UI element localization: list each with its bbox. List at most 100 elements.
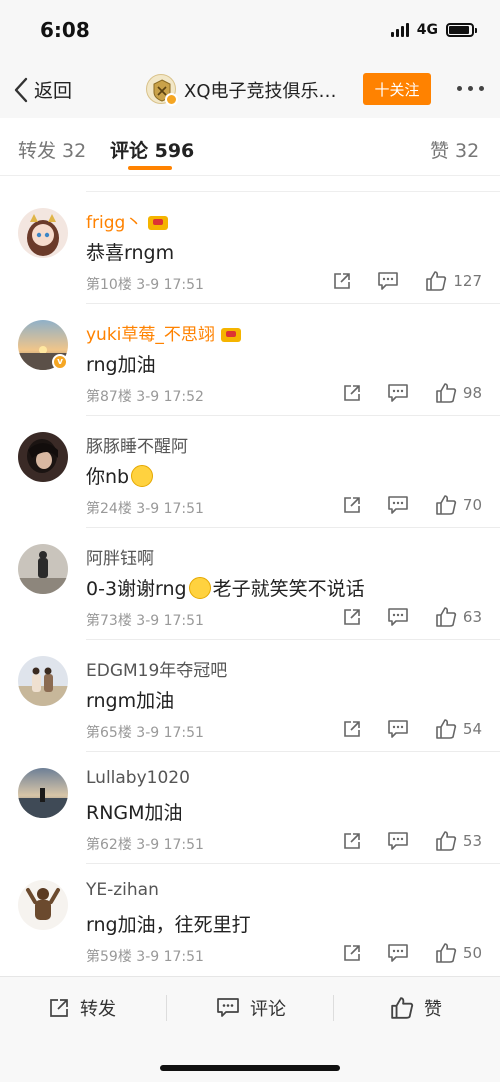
reply-icon[interactable] xyxy=(375,831,421,851)
comment-meta: 第24楼 3-9 17:51 xyxy=(86,501,204,517)
tab-likes[interactable]: 赞 32 xyxy=(430,136,479,163)
like-count: 53 xyxy=(462,832,482,850)
comment-actions: 127 xyxy=(319,270,482,292)
comment-button[interactable]: 评论 xyxy=(216,995,286,1021)
home-indicator[interactable] xyxy=(160,1065,340,1071)
avatar[interactable] xyxy=(18,432,68,482)
comment-item: v yuki草莓_不思翊 rng加油 第87楼 3-9 17:52 98 xyxy=(0,304,500,416)
comment-username[interactable]: Lullaby1020 xyxy=(86,768,190,788)
comment-item: 豚豚睡不醒阿 你nb 第24楼 3-9 17:51 70 xyxy=(0,416,500,528)
like-button[interactable]: 63 xyxy=(435,606,482,628)
comment-meta: 第59楼 3-9 17:51 xyxy=(86,949,204,965)
thumbs-up-icon xyxy=(426,271,447,291)
share-icon[interactable] xyxy=(329,495,375,515)
comment-icon xyxy=(217,998,239,1017)
comment-actions: 54 xyxy=(329,718,482,740)
comment-meta: 第65楼 3-9 17:51 xyxy=(86,725,204,741)
like-count: 127 xyxy=(453,272,482,290)
like-count: 50 xyxy=(462,944,482,962)
more-options-icon[interactable] xyxy=(457,86,484,91)
back-label: 返回 xyxy=(34,80,73,102)
share-icon[interactable] xyxy=(329,607,375,627)
comment-item: 阿胖钰啊 0-3谢谢rng 老子就笑笑不说话 第73楼 3-9 17:51 63 xyxy=(0,528,500,640)
thumbs-up-icon xyxy=(436,943,457,963)
thumbs-up-icon xyxy=(391,997,414,1019)
reply-icon[interactable] xyxy=(375,943,421,963)
repost-button[interactable]: 转发 xyxy=(48,995,116,1021)
reply-icon[interactable] xyxy=(375,495,421,515)
like-button[interactable]: 54 xyxy=(435,718,482,740)
previous-comment-edge xyxy=(86,176,500,192)
like-button[interactable]: 赞 xyxy=(390,995,442,1021)
comment-actions: 98 xyxy=(329,382,482,404)
avatar[interactable] xyxy=(18,208,68,258)
tab-comments[interactable]: 评论 596 xyxy=(110,136,194,163)
comment-text: rng加油 xyxy=(86,354,156,376)
like-button[interactable]: 53 xyxy=(435,830,482,852)
share-icon[interactable] xyxy=(329,943,375,963)
thumbs-up-icon xyxy=(436,831,457,851)
comment-username[interactable]: yuki草莓_不思翊 xyxy=(86,320,241,345)
verified-badge-icon: v xyxy=(52,354,68,370)
reply-icon[interactable] xyxy=(375,719,421,739)
comment-text: 你nb xyxy=(86,462,155,489)
avatar[interactable] xyxy=(18,768,68,818)
share-icon[interactable] xyxy=(329,719,375,739)
tab-reposts[interactable]: 转发 32 xyxy=(18,136,86,163)
reply-icon[interactable] xyxy=(375,607,421,627)
like-button[interactable]: 50 xyxy=(435,942,482,964)
reply-icon[interactable] xyxy=(375,383,421,403)
comment-username[interactable]: frigg丶 xyxy=(86,208,169,233)
comment-username[interactable]: 阿胖钰啊 xyxy=(86,544,154,569)
status-time: 6:08 xyxy=(40,18,90,42)
account-avatar[interactable] xyxy=(146,74,178,106)
comment-text: 恭喜rngm xyxy=(86,242,175,264)
like-button[interactable]: 127 xyxy=(425,270,482,292)
like-button[interactable]: 98 xyxy=(435,382,482,404)
status-bar: 6:08 4G xyxy=(0,0,500,62)
comment-item: Lullaby1020 RNGM加油 第62楼 3-9 17:51 53 xyxy=(0,752,500,864)
thumbs-up-icon xyxy=(436,607,457,627)
comment-actions: 63 xyxy=(329,606,482,628)
back-button[interactable]: 返回 xyxy=(14,76,72,103)
network-type: 4G xyxy=(416,22,438,38)
like-count: 54 xyxy=(462,720,482,738)
thumbs-up-icon xyxy=(436,383,457,403)
comment-item: frigg丶 恭喜rngm 第10楼 3-9 17:51 127 xyxy=(0,192,500,304)
share-icon[interactable] xyxy=(319,271,365,291)
comment-meta: 第73楼 3-9 17:51 xyxy=(86,613,204,629)
like-button[interactable]: 70 xyxy=(435,494,482,516)
status-indicators: 4G xyxy=(390,22,477,38)
comment-username[interactable]: YE-zihan xyxy=(86,880,159,900)
vip-crown-icon xyxy=(148,216,169,230)
share-icon xyxy=(50,999,68,1017)
comment-username[interactable]: EDGM19年夺冠吧 xyxy=(86,656,227,681)
tab-bar: 转发 32 评论 596 赞 32 xyxy=(0,118,500,176)
comment-meta: 第87楼 3-9 17:52 xyxy=(86,389,204,405)
comment-actions: 70 xyxy=(329,494,482,516)
divider xyxy=(333,995,334,1021)
follow-button[interactable]: 十关注 xyxy=(363,73,431,105)
comment-username[interactable]: 豚豚睡不醒阿 xyxy=(86,432,188,457)
avatar[interactable] xyxy=(18,656,68,706)
share-icon[interactable] xyxy=(329,383,375,403)
comment-list[interactable]: frigg丶 恭喜rngm 第10楼 3-9 17:51 127 v yuki草… xyxy=(0,176,500,976)
chevron-left-icon xyxy=(14,77,28,102)
reply-icon[interactable] xyxy=(365,271,411,291)
like-count: 70 xyxy=(462,496,482,514)
vip-crown-icon xyxy=(220,328,241,342)
smile-emoji-icon xyxy=(188,577,211,599)
comment-actions: 50 xyxy=(329,942,482,964)
nav-bar: 返回 XQ电子竞技俱乐… 十关注 xyxy=(0,62,500,118)
bottom-action-bar: 转发 评论 赞 xyxy=(0,976,500,1082)
verified-badge-icon xyxy=(165,93,178,106)
page-title: XQ电子竞技俱乐… xyxy=(184,81,337,102)
comment-item: YE-zihan rng加油，往死里打 第59楼 3-9 17:51 50 xyxy=(0,864,500,976)
like-count: 98 xyxy=(462,384,482,402)
comment-item: EDGM19年夺冠吧 rngm加油 第65楼 3-9 17:51 54 xyxy=(0,640,500,752)
tab-active-indicator xyxy=(128,166,172,170)
share-icon[interactable] xyxy=(329,831,375,851)
thumbs-up-icon xyxy=(436,495,457,515)
avatar[interactable] xyxy=(18,880,68,930)
avatar[interactable] xyxy=(18,544,68,594)
